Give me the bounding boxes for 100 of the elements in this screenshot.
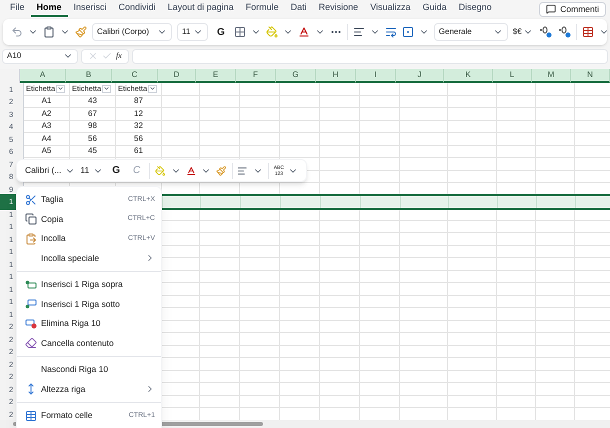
grid-cell [497, 133, 536, 146]
ribbon-tab[interactable]: Dati [284, 1, 313, 17]
grid-cell [448, 133, 497, 146]
ribbon-tab[interactable]: Visualizza [364, 1, 417, 17]
borders-icon[interactable] [234, 26, 246, 38]
grid-cell [536, 133, 575, 146]
ribbon-tab[interactable]: Revisione [312, 1, 364, 17]
grid-cell [240, 296, 280, 308]
ribbon-tab[interactable]: Disegno [452, 1, 498, 17]
increase-decimal-icon[interactable] [538, 26, 552, 38]
grid-cell [280, 383, 320, 396]
decrease-decimal-icon[interactable] [556, 26, 571, 38]
font-size-dropdown[interactable]: 11 [177, 23, 208, 41]
grid-cell [320, 133, 360, 146]
grid-cell [536, 208, 575, 220]
column-header[interactable]: J [396, 69, 444, 83]
grid-cell [497, 220, 536, 233]
grid-cell [497, 108, 536, 120]
formula-input[interactable] [132, 48, 608, 64]
column-header[interactable]: E [196, 69, 236, 83]
filter-button[interactable] [102, 84, 112, 93]
font-color-icon[interactable] [298, 26, 310, 38]
column-header[interactable]: D [158, 69, 196, 83]
ribbon-tab[interactable]: File [4, 1, 31, 17]
grid-cell [240, 270, 280, 283]
grid-cell [497, 270, 536, 283]
grid-cell [320, 296, 360, 308]
fill-color-icon[interactable] [266, 26, 278, 38]
grid-cell [280, 370, 320, 383]
wrap-text-icon[interactable] [384, 26, 397, 38]
grid-cell [400, 233, 448, 246]
grid-cell [360, 120, 400, 133]
ribbon-tab[interactable]: Guida [416, 1, 453, 17]
grid-cell [320, 96, 360, 108]
grid-cell [240, 233, 280, 246]
grid-cell [400, 170, 448, 183]
grid-cell [320, 83, 360, 96]
grid-cell [536, 296, 575, 308]
grid-cell [400, 220, 448, 233]
grid-cell [360, 308, 400, 320]
grid-cell [536, 346, 575, 358]
grid-cell [536, 320, 575, 333]
bold-button[interactable]: G [108, 163, 124, 178]
grid-cell [536, 246, 575, 258]
ribbon-tab[interactable]: Formule [240, 1, 285, 17]
undo-icon[interactable] [11, 26, 23, 38]
column-header[interactable]: A [20, 69, 66, 83]
function-label[interactable]: fx [116, 50, 122, 62]
grid-cell [448, 308, 497, 320]
align-icon[interactable] [352, 26, 365, 38]
paste-icon [25, 232, 37, 245]
grid-cell [400, 246, 448, 258]
bold-button[interactable]: G [213, 24, 229, 40]
grid-cell [536, 270, 575, 283]
column-header[interactable]: C [112, 69, 158, 83]
column-header[interactable]: G [276, 69, 316, 83]
grid-cell [536, 383, 575, 396]
grid-cell [280, 133, 320, 146]
number-format-dropdown[interactable]: Generale [434, 23, 508, 41]
font-name-dropdown[interactable]: Calibri (... [25, 164, 76, 177]
comments-button[interactable]: Commenti [539, 2, 606, 16]
align-icon[interactable] [237, 164, 248, 176]
clipboard-icon[interactable] [43, 26, 55, 38]
column-header[interactable]: I [356, 69, 396, 83]
fill-color-icon[interactable] [155, 164, 166, 176]
font-color-icon[interactable] [186, 164, 196, 176]
table-icon[interactable] [582, 26, 594, 38]
ribbon-tab[interactable]: Inserisci [68, 1, 113, 17]
grid-cell [280, 308, 320, 320]
name-box[interactable]: A10 [2, 48, 78, 64]
grid-cell [240, 108, 280, 120]
font-name-dropdown[interactable]: Calibri (Corpo) [92, 23, 172, 41]
column-header[interactable]: N [571, 69, 610, 83]
column-header[interactable]: K [444, 69, 493, 83]
grid-cell [536, 146, 575, 158]
filter-button[interactable] [148, 84, 158, 93]
insert-row-above-icon [25, 280, 37, 290]
grid-cell [200, 220, 240, 233]
column-header[interactable]: M [532, 69, 571, 83]
column-header[interactable]: H [316, 69, 356, 83]
grid-cell [240, 220, 280, 233]
grid-cell [360, 346, 400, 358]
column-header[interactable]: B [66, 69, 112, 83]
column-header[interactable]: F [236, 69, 276, 83]
currency-button[interactable]: $€ [512, 26, 533, 38]
grid-cell [448, 333, 497, 346]
filter-button[interactable] [56, 84, 66, 93]
grid-cell [536, 96, 575, 108]
ribbon-tab[interactable]: Home [30, 1, 68, 17]
grid-cell [448, 233, 497, 246]
grid-cell [448, 258, 497, 270]
ribbon-tab[interactable]: Condividi [112, 1, 162, 17]
grid-cell [360, 170, 400, 183]
column-header[interactable]: L [493, 69, 532, 83]
grid-cell [448, 120, 497, 133]
grid-cell [497, 96, 536, 108]
grid-cell [320, 346, 360, 358]
insert-row-below-icon [25, 299, 37, 310]
ribbon-tab[interactable]: Layout di pagina [162, 1, 240, 17]
font-size-dropdown[interactable]: 11 [80, 164, 104, 177]
